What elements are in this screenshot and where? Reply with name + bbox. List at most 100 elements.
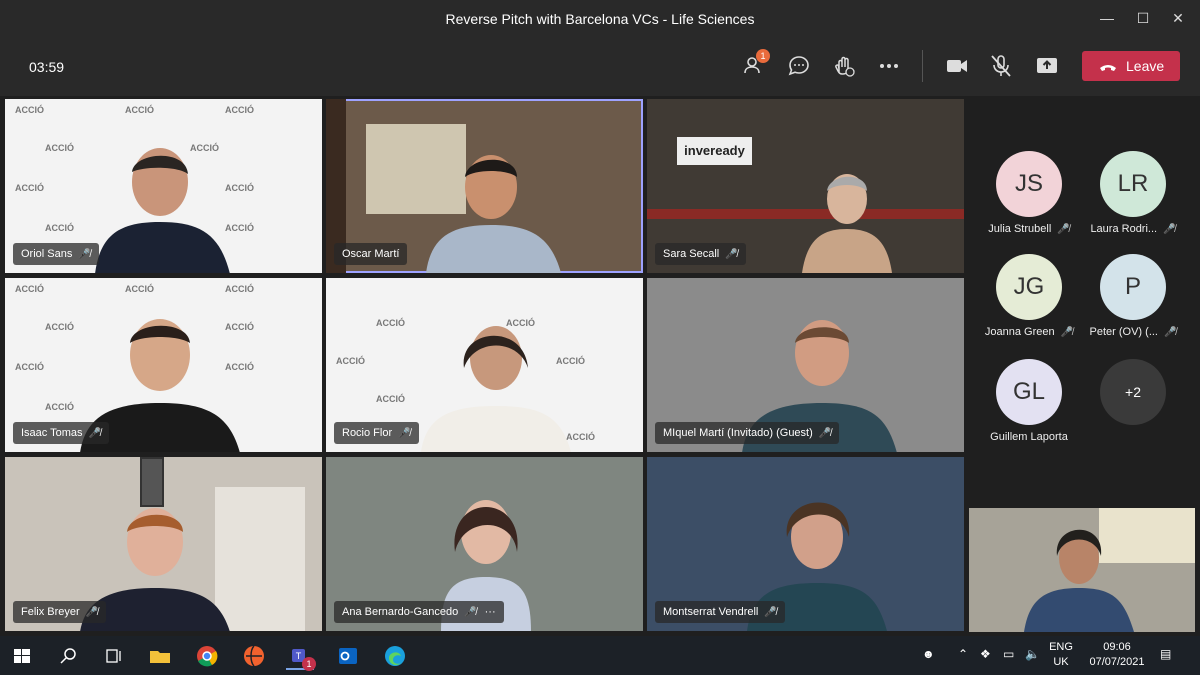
language: ENG — [1049, 641, 1073, 653]
edge-icon[interactable] — [381, 642, 409, 670]
outlook-icon[interactable] — [334, 642, 362, 670]
mic-off-icon: 🎤̸ — [1164, 327, 1177, 338]
accio-logo: ACCIÓ — [125, 284, 154, 294]
leave-label: Leave — [1126, 58, 1165, 74]
participant-name: Oscar Martí — [342, 248, 400, 260]
video-tile[interactable]: ACCIÓ ACCIÓ ACCIÓ ACCIÓ ACCIÓ ACCIÓ ACCI… — [5, 99, 322, 273]
show-hidden-icons[interactable]: ⌃ — [958, 647, 968, 661]
maximize-icon[interactable]: ☐ — [1133, 8, 1153, 28]
more-actions-button[interactable] — [876, 53, 902, 79]
app-orange-icon[interactable] — [240, 642, 268, 670]
accio-logo: ACCIÓ — [45, 322, 74, 332]
video-tile[interactable]: Ana Bernardo-Gancedo 🎤̸ ··· — [326, 457, 643, 631]
participant-name: Ana Bernardo-Gancedo — [342, 606, 459, 618]
mic-off-icon: 🎤̸ — [1057, 224, 1070, 235]
search-icon[interactable] — [55, 642, 83, 670]
participants-badge: 1 — [756, 49, 770, 63]
overflow-count: +2 — [1100, 359, 1166, 425]
camera-icon — [947, 60, 967, 72]
self-video — [1024, 529, 1134, 632]
chrome-icon[interactable] — [193, 642, 221, 670]
participant-name-tag: Oscar Martí — [334, 243, 408, 265]
participant-avatar-tile[interactable]: GL Guillem Laporta — [971, 359, 1087, 443]
participant-name: Sara Secall — [663, 248, 720, 260]
teams-icon[interactable]: T 1 — [286, 642, 316, 671]
participant-name-tag: Felix Breyer 🎤̸ — [13, 601, 107, 623]
microphone-button[interactable] — [988, 53, 1014, 79]
hang-up-icon — [1098, 51, 1118, 91]
camera-button[interactable] — [944, 53, 970, 79]
clock[interactable]: 09:06 07/07/2021 — [1082, 640, 1152, 670]
share-screen-button[interactable] — [1034, 53, 1060, 79]
participant-name: Guillem Laporta — [990, 431, 1068, 443]
participant-name: Felix Breyer — [21, 606, 80, 618]
people-tray-icon[interactable]: ☻ — [922, 647, 935, 661]
accio-logo: ACCIÓ — [15, 362, 44, 372]
notifications-icon[interactable]: ▤ — [1160, 647, 1171, 661]
keyboard-region: UK — [1053, 656, 1069, 668]
accio-logo: ACCIÓ — [45, 143, 74, 153]
participant-name-tag: Ana Bernardo-Gancedo 🎤̸ ··· — [334, 601, 504, 623]
participant-name: Joanna Green — [984, 326, 1055, 338]
accio-logo: ACCIÓ — [15, 183, 44, 193]
inveready-sign: inveready — [677, 137, 752, 165]
close-icon[interactable]: ✕ — [1168, 8, 1188, 28]
accio-logo: ACCIÓ — [376, 318, 405, 328]
leave-button[interactable]: Leave — [1082, 51, 1180, 81]
avatar: JS — [996, 151, 1062, 217]
reactions-button[interactable] — [831, 53, 857, 79]
mic-off-icon: 🎤̸ — [78, 249, 91, 260]
dropbox-icon[interactable]: ❖ — [980, 647, 991, 661]
minimize-icon[interactable]: — — [1097, 8, 1117, 28]
participant-name-tag: MIquel Martí (Invitado) (Guest) 🎤̸ — [655, 422, 840, 444]
volume-icon[interactable]: 🔈 — [1025, 647, 1040, 661]
participants-button[interactable]: 1 — [742, 49, 770, 79]
self-view-video[interactable] — [969, 508, 1195, 632]
wall-frame — [140, 457, 164, 507]
participant-name-tag: Isaac Tomas 🎤̸ — [13, 422, 110, 444]
video-tile[interactable]: Felix Breyer 🎤̸ — [5, 457, 322, 631]
video-tile[interactable]: ACCIÓ ACCIÓ ACCIÓ ACCIÓ ACCIÓ ACCIÓ ACCI… — [5, 278, 322, 452]
participant-avatar-tile[interactable]: JG Joanna Green 🎤̸ — [971, 254, 1087, 338]
task-view-icon[interactable] — [100, 642, 128, 670]
teams-badge: 1 — [302, 657, 316, 671]
battery-icon[interactable]: ▭ — [1003, 647, 1014, 661]
video-tile-active-speaker[interactable]: Oscar Martí — [326, 99, 643, 273]
participant-video — [95, 148, 230, 273]
chat-icon — [788, 56, 809, 76]
mic-off-icon: 🎤̸ — [1163, 224, 1176, 235]
video-tile[interactable]: Montserrat Vendrell 🎤̸ — [647, 457, 964, 631]
clock-date: 07/07/2021 — [1089, 656, 1145, 668]
tile-more-options[interactable]: ··· — [485, 606, 496, 618]
accio-logo: ACCIÓ — [15, 284, 44, 294]
clock-time: 09:06 — [1103, 641, 1131, 653]
mic-off-icon: 🎤̸ — [1060, 327, 1074, 338]
avatar: JG — [996, 254, 1062, 320]
accio-logo: ACCIÓ — [336, 356, 365, 366]
file-explorer-icon[interactable] — [146, 642, 174, 670]
participant-name: Isaac Tomas — [21, 427, 83, 439]
video-tile[interactable]: ACCIÓ ACCIÓ ACCIÓ ACCIÓ ACCIÓ ACCIÓ Roci… — [326, 278, 643, 452]
avatar: LR — [1100, 151, 1166, 217]
video-tile[interactable]: inveready Sara Secall 🎤̸ — [647, 99, 964, 273]
participant-video — [421, 326, 571, 452]
participant-name: Laura Rodri... — [1090, 223, 1158, 235]
mic-off-icon: 🎤̸ — [398, 428, 411, 439]
chat-button[interactable] — [786, 53, 812, 79]
participant-avatar-tile[interactable]: JS Julia Strubell 🎤̸ — [971, 151, 1087, 235]
participant-avatar-tile[interactable]: LR Laura Rodri... 🎤̸ — [1075, 151, 1191, 235]
participant-avatar-tile[interactable]: P Peter (OV) (... 🎤̸ — [1075, 254, 1191, 338]
participant-name: Oriol Sans — [21, 248, 73, 260]
participant-video — [802, 174, 892, 273]
share-icon — [1037, 58, 1057, 73]
more-participants-button[interactable]: +2 — [1075, 359, 1191, 425]
language-indicator[interactable]: ENG UK — [1046, 640, 1076, 670]
video-tile[interactable]: MIquel Martí (Invitado) (Guest) 🎤̸ — [647, 278, 964, 452]
participant-name-tag: Montserrat Vendrell 🎤̸ — [655, 601, 785, 623]
windows-start-icon[interactable] — [8, 642, 36, 670]
meeting-timer: 03:59 — [29, 59, 65, 75]
mic-off-icon — [991, 55, 1011, 77]
toolbar-divider — [922, 50, 923, 82]
participant-name: Rocio Flor — [342, 427, 393, 439]
accio-logo: ACCIÓ — [225, 105, 254, 115]
